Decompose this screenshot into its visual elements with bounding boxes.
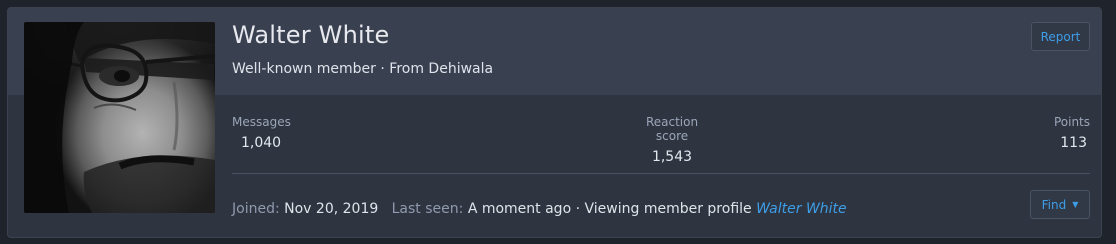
avatar[interactable] [24,22,215,213]
report-button-label: Report [1040,29,1081,44]
activity-text: Viewing member profile [584,201,752,217]
joined-label: Joined: [232,201,280,217]
activity-separator: · [571,201,585,217]
find-button-label: Find [1041,197,1067,212]
last-seen-label: Last seen: [391,201,464,217]
joined-date: Nov 20, 2019 [284,201,379,217]
stat-points: Points 113 [1054,115,1090,151]
member-name: Walter White [232,21,390,49]
avatar-portrait-image [24,22,215,213]
chevron-down-icon: ▼ [1072,200,1079,209]
member-location: From Dehiwala [389,61,494,77]
stat-points-value[interactable]: 113 [1054,135,1090,151]
stat-messages-label: Messages [232,115,291,129]
member-activity-line: Joined: Nov 20, 2019 Last seen: A moment… [232,201,847,217]
stat-reaction-score-label: Reaction score [645,115,699,143]
member-subline: Well-known member · From Dehiwala [232,61,493,77]
stat-reaction-score-value[interactable]: 1,543 [631,149,713,165]
stats-divider [232,173,1090,174]
stat-reaction-score: Reaction score 1,543 [631,115,713,165]
find-button[interactable]: Find ▼ [1030,190,1090,219]
last-seen-value: A moment ago [467,201,572,217]
report-button[interactable]: Report [1031,22,1090,51]
member-profile-card: Walter White Well-known member · From De… [7,7,1102,238]
stat-messages-value[interactable]: 1,040 [232,135,291,151]
activity-profile-link[interactable]: Walter White [756,201,847,217]
stat-messages: Messages 1,040 [232,115,291,151]
stat-points-label: Points [1053,115,1090,129]
member-title: Well-known member [232,61,376,77]
subline-separator: · [375,61,390,77]
